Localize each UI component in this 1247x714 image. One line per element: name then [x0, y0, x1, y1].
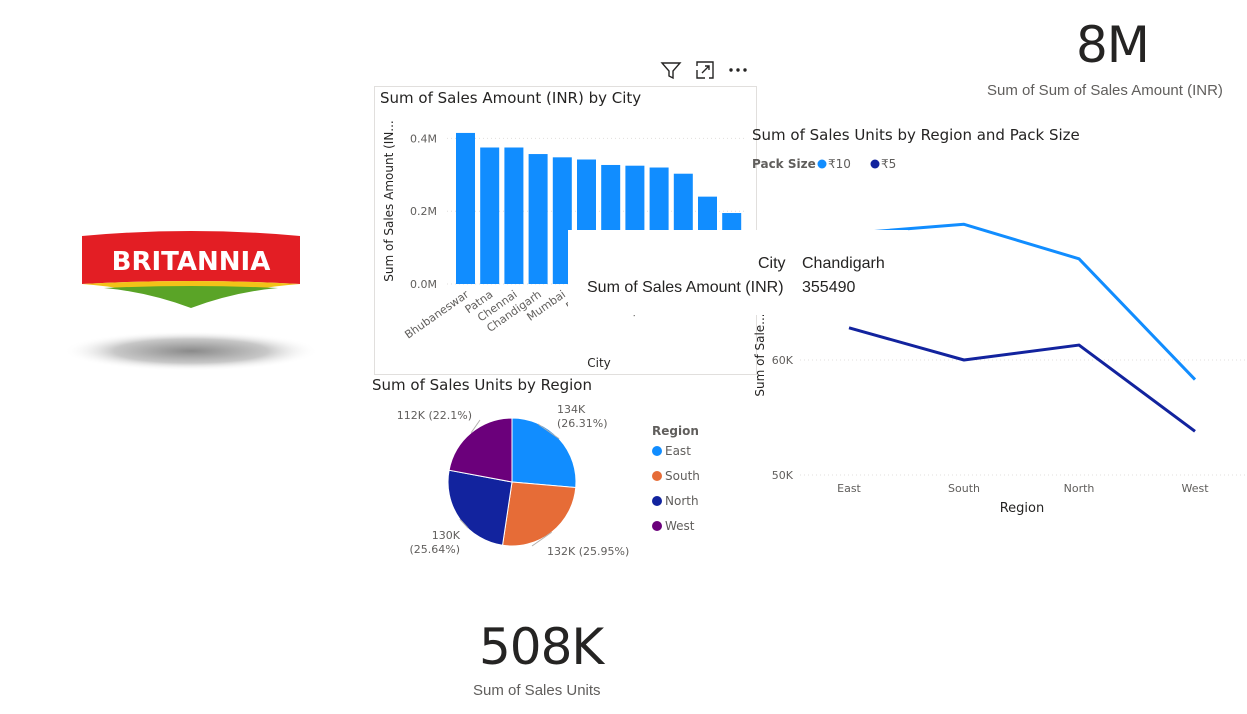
visual-header — [656, 58, 756, 84]
pie-slice-west — [448, 417, 513, 483]
line-x-axis-title: Region — [1000, 501, 1045, 516]
line-legend-title: Pack Size — [752, 157, 816, 171]
line-legend-marker — [870, 159, 880, 169]
line-legend-label-₹10: ₹10 — [828, 157, 851, 171]
legend-marker — [652, 470, 662, 481]
legend-marker — [652, 445, 662, 456]
legend-marker — [652, 495, 662, 506]
pie-legend-item-east[interactable]: East — [652, 438, 742, 463]
tooltip-city-value: Chandigarh — [802, 255, 885, 272]
line-y-axis-title: Sum of Sale... — [753, 313, 767, 396]
tooltip-amount-value: 355490 — [802, 279, 856, 296]
kpi-sales-amount-label: Sum of Sum of Sales Amount (INR) — [987, 82, 1223, 99]
line-y-tick-label: 60K — [772, 354, 794, 367]
pie-legend-title: Region — [652, 424, 699, 438]
line-x-tick-label-west: West — [1181, 482, 1209, 495]
legend-label: South — [665, 468, 700, 483]
bar-y-tick-label: 0.2M — [410, 205, 437, 218]
bar-y-tick-label: 0.4M — [410, 132, 437, 145]
tooltip-amount-label: Sum of Sales Amount (INR) — [587, 279, 784, 296]
pie-data-label: 112K (22.1%) — [397, 409, 472, 422]
bar-bhubaneswar — [456, 132, 475, 284]
legend-label: North — [665, 493, 699, 508]
pie-legend: Region East South North West — [652, 424, 742, 544]
kpi-sales-amount-value: 8M — [1076, 16, 1150, 74]
focus-mode-icon[interactable] — [693, 58, 717, 82]
legend-label: West — [665, 518, 695, 533]
bar-patna — [480, 147, 500, 284]
legend-label: East — [665, 443, 691, 458]
pie-data-label: 134K (26.31%) — [557, 403, 608, 430]
line-chart: Pack Size ₹10 ₹5 50K 60K Sum of Sale... East So… — [745, 157, 1245, 516]
line-x-tick-label-south: South — [948, 482, 980, 495]
more-options-icon[interactable] — [726, 58, 750, 82]
britannia-logo: BRITANNIA — [63, 222, 319, 382]
line-legend-marker — [817, 159, 827, 169]
pie-legend-item-west[interactable]: West — [652, 513, 742, 538]
pie-legend-item-north[interactable]: North — [652, 488, 742, 513]
tooltip: City Chandigarh Sum of Sales Amount (INR… — [568, 230, 908, 315]
line-chart-title: Sum of Sales Units by Region and Pack Si… — [752, 126, 1080, 144]
bar-x-axis-title: City — [587, 356, 611, 370]
line-series-₹5 — [848, 326, 1196, 433]
legend-marker — [652, 520, 662, 531]
line-y-tick-label: 50K — [772, 469, 794, 482]
bar-chennai — [504, 147, 524, 284]
pie-legend-item-south[interactable]: South — [652, 463, 742, 488]
line-legend-label-₹5: ₹5 — [881, 157, 896, 171]
bar-x-tick-label: Bhubaneswar — [402, 288, 471, 342]
pie-data-label: 132K (25.95%) — [547, 545, 629, 558]
tooltip-city-label: City — [758, 255, 786, 272]
kpi-sales-units-label: Sum of Sales Units — [473, 682, 601, 699]
filter-icon[interactable] — [659, 58, 683, 82]
pie-data-label: 130K (25.64%) — [409, 529, 460, 556]
line-x-tick-label-east: East — [837, 482, 861, 495]
pie-chart-title: Sum of Sales Units by Region — [372, 376, 592, 394]
logo-text: BRITANNIA — [112, 247, 271, 277]
pie-chart: 134K (26.31%) 132K (25.95%) 130K (25.64%) 112… — [397, 403, 629, 558]
bar-chandigarh — [528, 154, 548, 284]
bar-y-tick-label: 0.0M — [410, 278, 437, 291]
line-x-tick-label-north: North — [1064, 482, 1095, 495]
bar-y-axis-title: Sum of Sales Amount (IN... — [382, 120, 396, 281]
pie-slice-south — [501, 481, 577, 547]
kpi-sales-units-value: 508K — [479, 618, 604, 676]
